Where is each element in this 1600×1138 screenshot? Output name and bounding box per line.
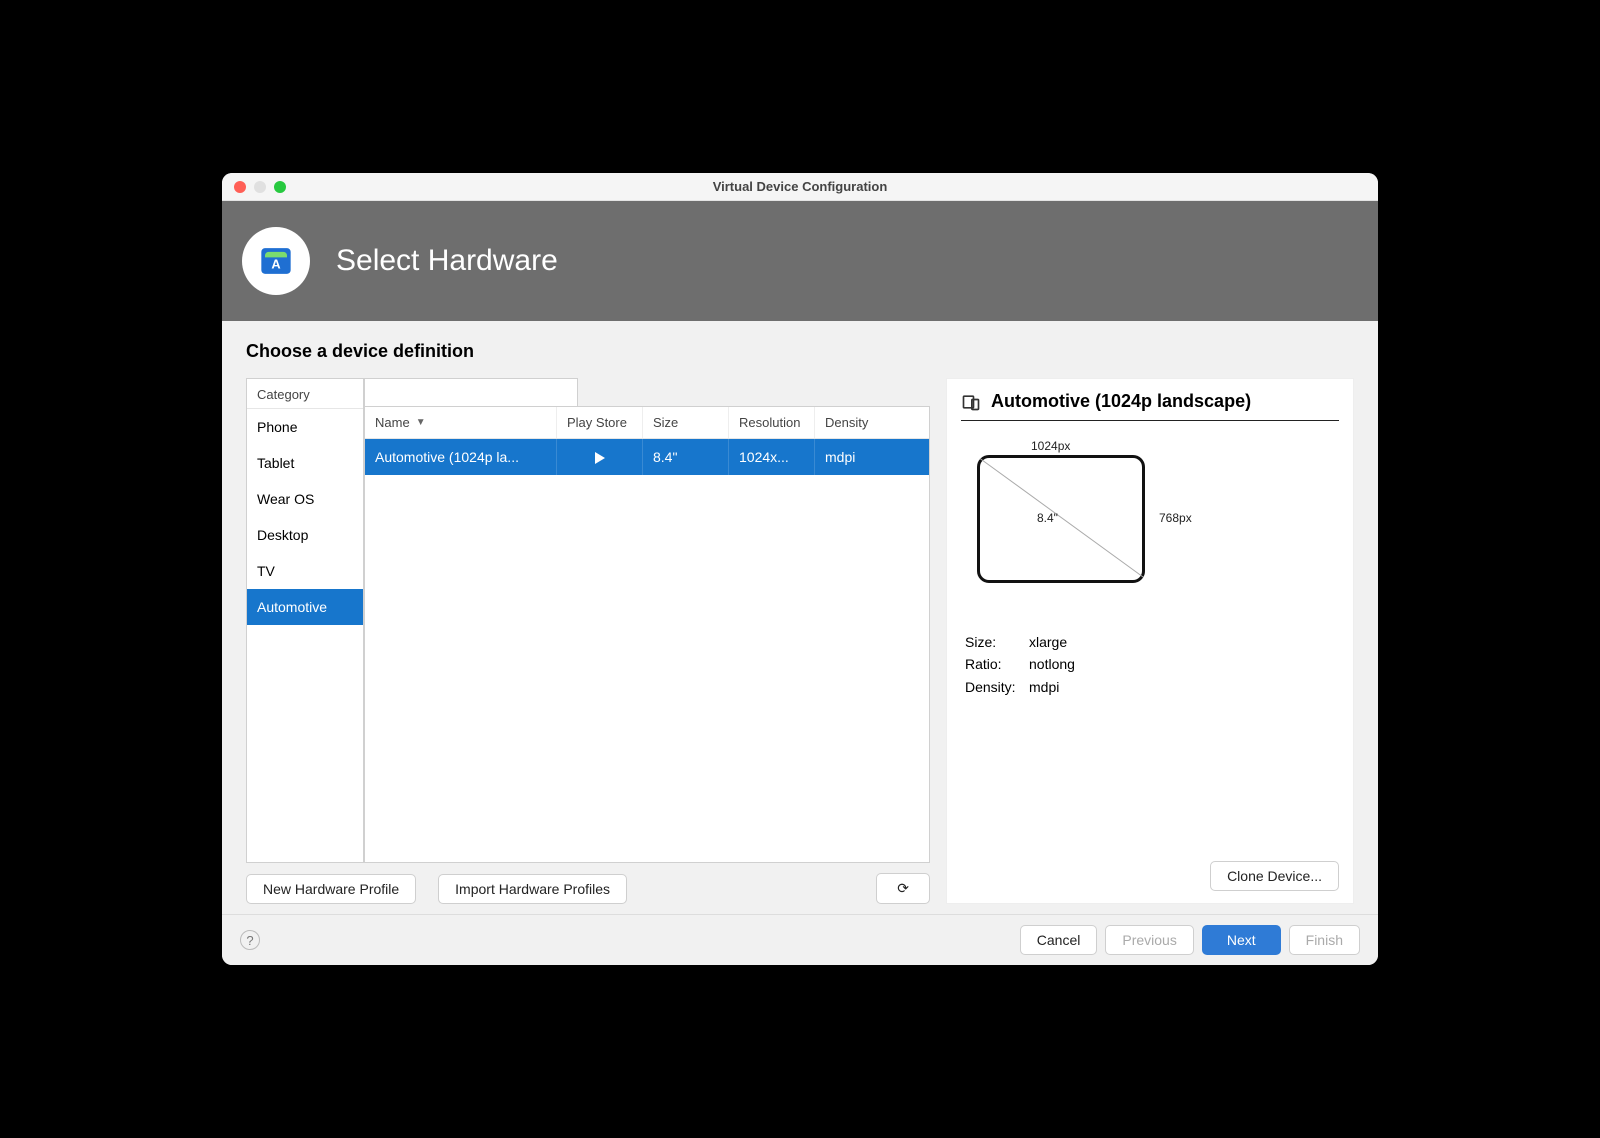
preview-details: Size:xlarge Ratio:notlong Density:mdpi [965,631,1339,698]
size-key: Size: [965,631,1029,653]
cell-size: 8.4" [643,439,729,475]
new-hardware-profile-button[interactable]: New Hardware Profile [246,874,416,904]
svg-text:A: A [271,256,280,271]
play-store-icon [595,452,605,464]
dialog-window: Virtual Device Configuration A Select Ha… [222,173,1378,965]
category-desktop[interactable]: Desktop [247,517,363,553]
category-automotive[interactable]: Automotive [247,589,363,625]
next-button[interactable]: Next [1202,925,1281,955]
col-density[interactable]: Density [815,407,895,438]
finish-button[interactable]: Finish [1289,925,1360,955]
content-area: Choose a device definition Category Phon… [222,321,1378,914]
table-header: Name ▼ Play Store Size Resolution Densit… [365,407,929,439]
sort-icon: ▼ [416,417,426,428]
help-button[interactable]: ? [240,930,260,950]
import-hardware-profiles-button[interactable]: Import Hardware Profiles [438,874,627,904]
ratio-key: Ratio: [965,653,1029,675]
refresh-button[interactable]: ⟳ [876,873,930,904]
search-input[interactable] [364,378,578,406]
density-key: Density: [965,676,1029,698]
category-tablet[interactable]: Tablet [247,445,363,481]
category-list: Category Phone Tablet Wear OS Desktop TV… [246,378,364,863]
devices-icon [961,392,981,412]
refresh-icon: ⟳ [897,880,909,896]
android-studio-icon: A [242,227,310,295]
diagonal-label: 8.4" [1037,511,1058,525]
category-header: Category [247,379,363,409]
dialog-footer: ? Cancel Previous Next Finish [222,914,1378,965]
category-tv[interactable]: TV [247,553,363,589]
previous-button[interactable]: Previous [1105,925,1193,955]
table-row[interactable]: Automotive (1024p la... 8.4" 1024x... md… [365,439,929,475]
col-size[interactable]: Size [643,407,729,438]
clone-device-button[interactable]: Clone Device... [1210,861,1339,891]
section-title: Choose a device definition [246,341,1354,362]
cell-name: Automotive (1024p la... [365,439,557,475]
density-value: mdpi [1029,676,1059,698]
cancel-button[interactable]: Cancel [1020,925,1098,955]
category-phone[interactable]: Phone [247,409,363,445]
dimensions-diagram: 1024px 8.4" 768px [969,445,1331,615]
height-label: 768px [1159,511,1192,525]
width-label: 1024px [1031,439,1070,453]
category-wear-os[interactable]: Wear OS [247,481,363,517]
page-title: Select Hardware [336,244,558,278]
preview-title: Automotive (1024p landscape) [991,391,1251,412]
col-resolution[interactable]: Resolution [729,407,815,438]
window-title: Virtual Device Configuration [222,179,1378,194]
device-table: Name ▼ Play Store Size Resolution Densit… [364,406,930,863]
cell-resolution: 1024x... [729,439,815,475]
col-name[interactable]: Name ▼ [365,407,557,438]
page-header: A Select Hardware [222,201,1378,321]
cell-play [557,439,643,475]
col-name-label: Name [375,415,410,430]
device-preview-panel: Automotive (1024p landscape) 1024px 8.4"… [946,378,1354,904]
cell-density: mdpi [815,439,895,475]
ratio-value: notlong [1029,653,1075,675]
size-value: xlarge [1029,631,1067,653]
titlebar: Virtual Device Configuration [222,173,1378,201]
col-play-store[interactable]: Play Store [557,407,643,438]
